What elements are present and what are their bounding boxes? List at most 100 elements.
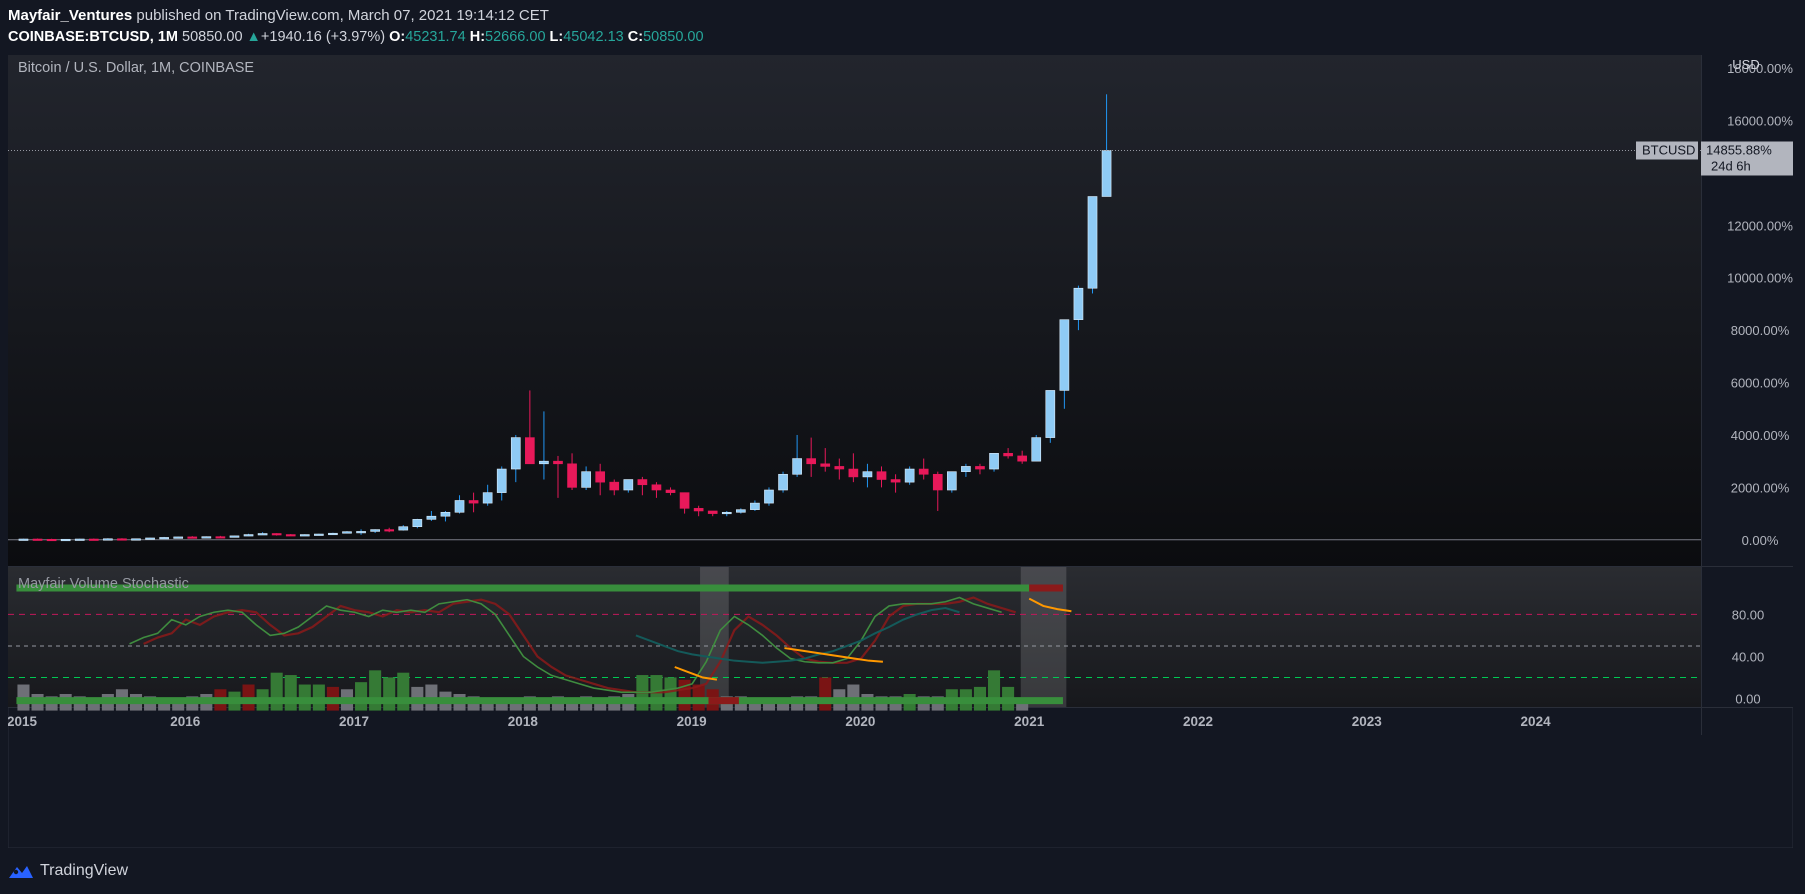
candle bbox=[778, 473, 788, 491]
candle bbox=[792, 458, 802, 475]
candle bbox=[88, 538, 99, 541]
candle bbox=[74, 538, 85, 541]
badge-countdown: 24d 6h bbox=[1711, 158, 1751, 173]
publish-line: Mayfair_Ventures published on TradingVie… bbox=[8, 7, 549, 24]
candle bbox=[370, 529, 380, 532]
candle bbox=[103, 538, 113, 541]
tradingview-logo-icon bbox=[9, 866, 33, 878]
candle bbox=[623, 479, 634, 491]
candle bbox=[271, 533, 282, 536]
candle bbox=[412, 519, 423, 527]
candle bbox=[932, 473, 943, 491]
candle bbox=[679, 492, 690, 509]
indicator-tick-label: 80.00 bbox=[1732, 607, 1765, 622]
open-value: 45231.74 bbox=[405, 29, 466, 45]
badge-value: 14855.88% bbox=[1706, 142, 1772, 157]
open-label: O: bbox=[389, 29, 406, 45]
volume-bar bbox=[369, 670, 382, 711]
candle bbox=[1087, 196, 1098, 289]
candle bbox=[834, 466, 845, 470]
candle bbox=[1101, 150, 1112, 197]
candle bbox=[173, 536, 184, 539]
candle bbox=[440, 511, 451, 517]
price-tick-label: 10000.00% bbox=[1727, 271, 1793, 286]
candle bbox=[257, 533, 268, 536]
candle bbox=[750, 502, 760, 510]
chart-frame[interactable]: 18000.00% 16000.00% 12000.00% 10000.00% 8000… bbox=[7, 54, 1794, 849]
close-value: 50850.00 bbox=[643, 29, 704, 45]
symbol-name[interactable]: COINBASE:BTCUSD bbox=[8, 29, 150, 45]
price-tick-label: 8000.00% bbox=[1731, 323, 1790, 338]
candle bbox=[707, 510, 718, 514]
publish-info: published on TradingView.com, March 07, … bbox=[132, 7, 549, 24]
candle bbox=[426, 515, 437, 520]
candle bbox=[693, 508, 704, 512]
low-value: 45042.13 bbox=[563, 29, 624, 45]
last-price: 50850.00 bbox=[182, 29, 243, 45]
close-label: C: bbox=[627, 29, 644, 45]
chart-header: Mayfair_Ventures published on TradingVie… bbox=[0, 0, 1805, 52]
change-arrow-icon: ▲ bbox=[246, 29, 261, 45]
volume-bar bbox=[988, 670, 1001, 711]
candle bbox=[131, 538, 141, 541]
price-tick-label: 4000.00% bbox=[1731, 428, 1790, 443]
price-change: +1940.16 (+3.97%) bbox=[260, 29, 386, 45]
chart-title: Bitcoin / U.S. Dollar, 1M, COINBASE bbox=[18, 60, 254, 76]
candle bbox=[496, 468, 507, 493]
indicator-tick-label: 0.00 bbox=[1735, 692, 1760, 707]
volume-bar bbox=[383, 677, 396, 711]
candle bbox=[468, 500, 479, 504]
volume-bar bbox=[819, 677, 832, 711]
time-tick-label: 2017 bbox=[339, 714, 369, 729]
candle bbox=[32, 538, 43, 541]
candle bbox=[961, 466, 971, 472]
price-pane[interactable] bbox=[8, 55, 1701, 566]
candle bbox=[187, 536, 198, 539]
candle bbox=[918, 468, 929, 475]
indicator-axis-ticks: 80.00 40.00 0.00 bbox=[1732, 607, 1765, 706]
candle bbox=[454, 500, 465, 513]
candle bbox=[159, 537, 169, 540]
candle bbox=[975, 466, 985, 470]
time-tick-label: 2019 bbox=[677, 714, 707, 729]
currency-label[interactable]: USD bbox=[1732, 57, 1759, 72]
indicator-tick-label: 40.00 bbox=[1732, 649, 1765, 664]
candle bbox=[215, 536, 226, 539]
candle bbox=[539, 460, 549, 465]
candle bbox=[229, 535, 240, 538]
candle bbox=[581, 471, 591, 488]
time-tick-label: 2018 bbox=[508, 714, 539, 729]
time-tick-label: 2015 bbox=[8, 714, 38, 729]
candle bbox=[201, 536, 212, 539]
candle bbox=[989, 453, 999, 470]
candle bbox=[637, 479, 648, 486]
candle bbox=[665, 489, 676, 493]
badge-symbol: BTCUSD bbox=[1642, 142, 1695, 157]
price-tick-label: 0.00% bbox=[1742, 533, 1779, 548]
candle bbox=[60, 538, 71, 542]
time-tick-label: 2016 bbox=[170, 714, 201, 729]
author-name[interactable]: Mayfair_Ventures bbox=[8, 7, 132, 24]
price-tick-label: 2000.00% bbox=[1731, 480, 1790, 495]
volume-bar bbox=[397, 672, 410, 711]
time-tick-label: 2020 bbox=[845, 714, 875, 729]
candle bbox=[18, 538, 29, 541]
candle bbox=[314, 533, 324, 536]
candle bbox=[356, 531, 366, 534]
footer-brand[interactable]: TradingView bbox=[8, 858, 128, 884]
time-tick-label: 2023 bbox=[1352, 714, 1383, 729]
brand-name: TradingView bbox=[40, 862, 129, 879]
candle bbox=[510, 437, 521, 470]
candle bbox=[947, 471, 957, 491]
candle bbox=[553, 460, 563, 465]
low-label: L: bbox=[549, 29, 564, 45]
high-label: H: bbox=[469, 29, 486, 45]
candle bbox=[285, 534, 296, 537]
candle bbox=[525, 437, 535, 465]
candle bbox=[890, 479, 901, 483]
candle bbox=[567, 463, 577, 488]
candle bbox=[328, 532, 338, 536]
chart-canvas[interactable]: 18000.00%16000.00%12000.00%10000.00%8000… bbox=[7, 54, 1794, 849]
candle bbox=[1003, 453, 1013, 457]
volume-bar bbox=[284, 675, 297, 711]
